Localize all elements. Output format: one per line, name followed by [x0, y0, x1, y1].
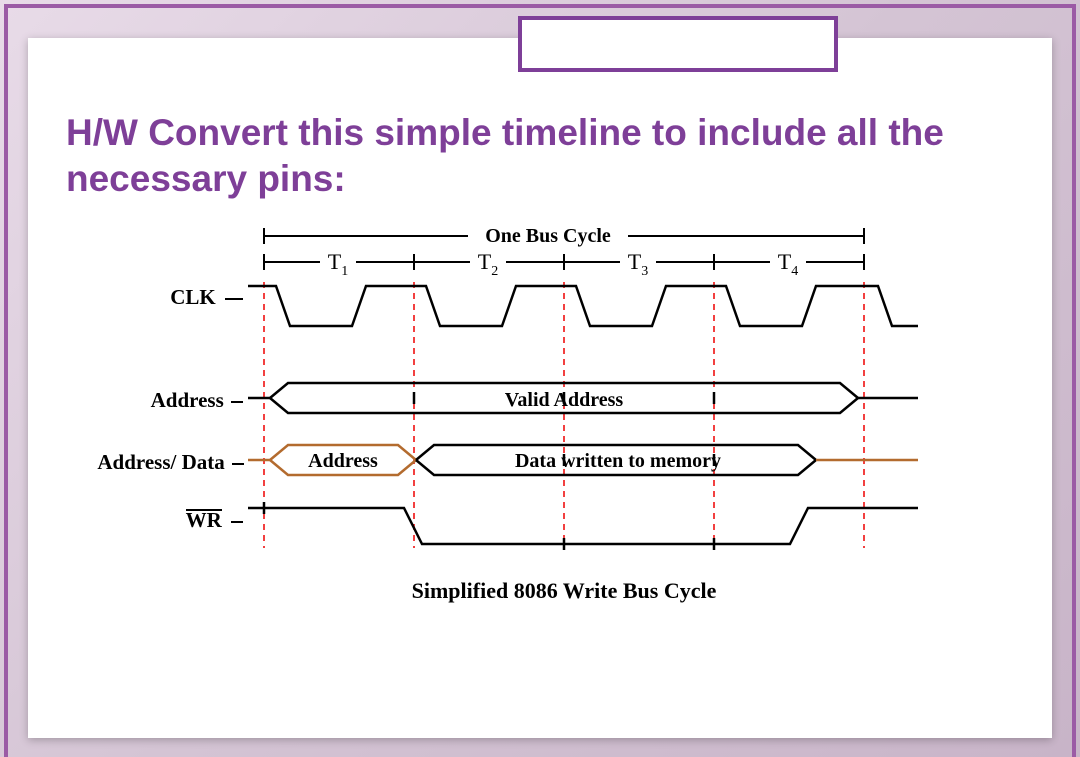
timing-diagram: CLK Address Address/ Data WR — [98, 218, 918, 618]
timing-svg: One Bus Cycle T1 T2 T3 T4 — [98, 218, 918, 618]
slide-card: H/W Convert this simple timeline to incl… — [28, 38, 1052, 738]
valid-address-text: Valid Address — [505, 389, 624, 411]
bus-cycle-label: One Bus Cycle — [485, 225, 611, 247]
label-address-data: Address/ Data — [44, 450, 244, 475]
clk-wave — [248, 286, 918, 326]
slide-heading: H/W Convert this simple timeline to incl… — [66, 110, 1022, 203]
t1-label: T1 — [328, 249, 348, 279]
wr-wave — [248, 508, 918, 544]
t4-label: T4 — [778, 249, 798, 279]
t2-label: T2 — [478, 249, 498, 279]
diagram-caption: Simplified 8086 Write Bus Cycle — [412, 578, 717, 603]
ad-data-text: Data written to memory — [515, 450, 721, 472]
ad-address-text: Address — [308, 450, 378, 472]
t-state-spans — [264, 254, 864, 270]
title-placeholder-box — [518, 16, 838, 72]
label-wr: WR — [88, 508, 243, 533]
t3-label: T3 — [628, 249, 648, 279]
label-clk: CLK — [88, 285, 243, 310]
label-address: Address — [88, 388, 243, 413]
